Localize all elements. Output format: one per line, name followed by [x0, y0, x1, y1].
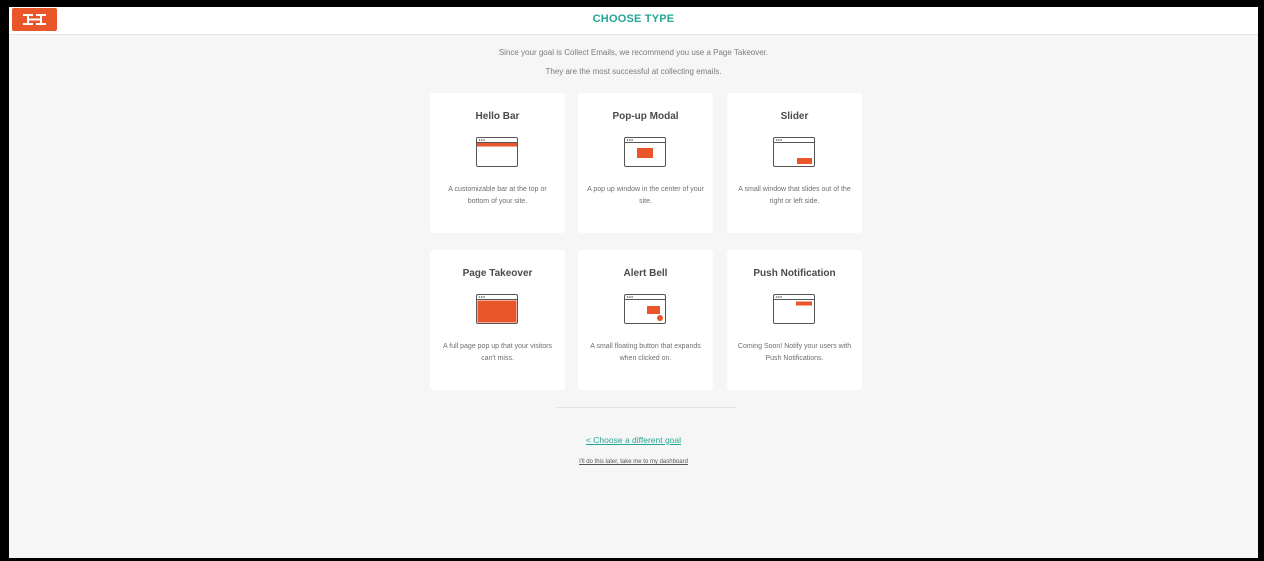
card-description: A customizable bar at the top or bottom … — [448, 186, 547, 205]
recommendation-text: Since your goal is Collect Emails, we re… — [498, 48, 769, 57]
skip-to-dashboard-link[interactable]: I'll do this later, take me to my dashbo… — [9, 459, 1258, 465]
top-bar: CHOOSE TYPE — [9, 7, 1258, 35]
app-frame: CHOOSE TYPE Since your goal is Collect E… — [9, 7, 1258, 558]
type-card-push-notification[interactable]: Push Notification Coming Soon! Notify yo… — [727, 250, 862, 390]
type-card-alert-bell[interactable]: Alert Bell A small floating button that … — [578, 250, 713, 390]
card-title: Push Notification — [753, 268, 836, 279]
card-title: Alert Bell — [623, 268, 668, 279]
type-card-hello-bar[interactable]: Hello Bar A customizable bar at the top … — [430, 93, 565, 233]
divider — [556, 407, 736, 408]
alert-bell-icon — [624, 294, 666, 324]
card-description: A full page pop up that your visitors ca… — [443, 343, 552, 362]
type-card-slider[interactable]: Slider A small window that slides out of… — [727, 93, 862, 233]
page-takeover-icon — [476, 294, 518, 324]
card-description: Coming Soon! Notify your users with Push… — [737, 343, 852, 362]
slider-icon — [773, 137, 815, 167]
card-title: Page Takeover — [462, 268, 533, 279]
card-description: A pop up window in the center of your si… — [587, 186, 704, 205]
popup-modal-icon — [624, 137, 666, 167]
type-card-page-takeover[interactable]: Page Takeover A full page pop up that yo… — [430, 250, 565, 390]
type-card-popup-modal[interactable]: Pop-up Modal A pop up window in the cent… — [578, 93, 713, 233]
choose-different-goal-link[interactable]: < Choose a different goal — [9, 435, 1258, 445]
card-title: Pop-up Modal — [612, 111, 679, 122]
recommendation-subtext: They are the most successful at collecti… — [545, 67, 722, 76]
push-notification-icon — [773, 294, 815, 324]
card-title: Slider — [780, 111, 809, 122]
page-title: CHOOSE TYPE — [592, 13, 675, 25]
card-description: A small floating button that expands whe… — [590, 343, 701, 362]
card-title: Hello Bar — [475, 111, 520, 122]
hello-bar-icon — [476, 137, 518, 167]
card-description: A small window that slides out of the ri… — [738, 186, 851, 205]
